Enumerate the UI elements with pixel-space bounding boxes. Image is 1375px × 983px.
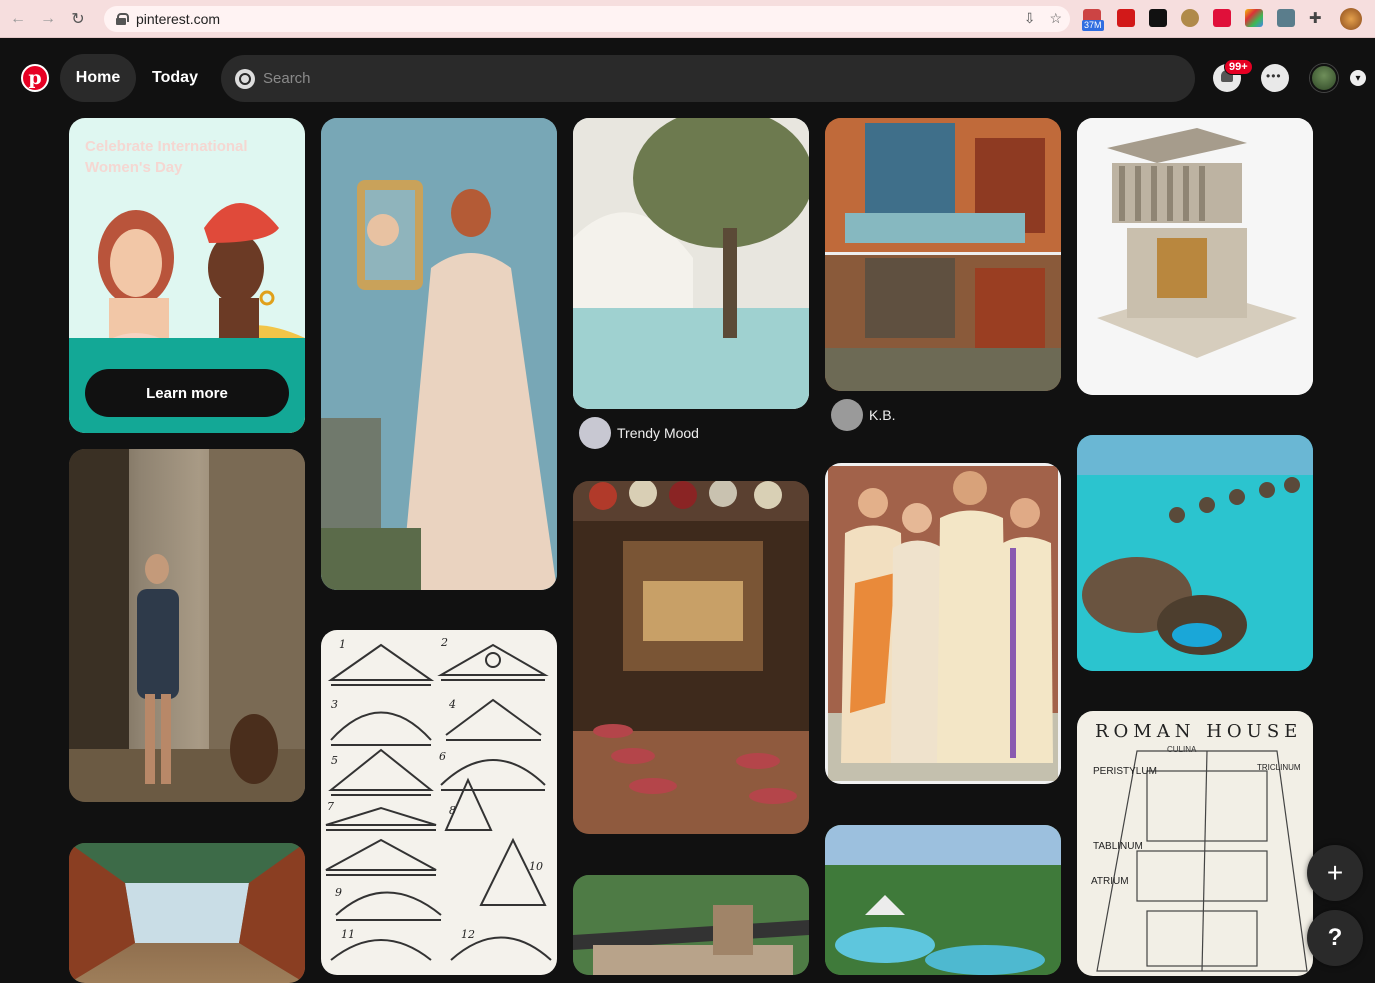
maldives-image: [1077, 435, 1313, 671]
today-tab[interactable]: Today: [140, 54, 210, 102]
pinterest-header: p Home Today 99+ ▾: [0, 38, 1375, 118]
chevron-down-icon[interactable]: ▾: [1350, 70, 1366, 86]
creator-name: Trendy Mood: [617, 425, 699, 441]
creator-kb[interactable]: K.B.: [831, 399, 895, 431]
pediment-number: 11: [341, 928, 355, 941]
roman-ceiling-image: [69, 843, 305, 983]
pin-maldives[interactable]: [1077, 435, 1313, 671]
pin-pompeii-house[interactable]: [825, 118, 1061, 391]
home-tab[interactable]: Home: [60, 54, 136, 102]
add-pin-button[interactable]: +: [1307, 845, 1363, 901]
puzzle-icon[interactable]: ✚: [1309, 9, 1327, 27]
pin-roman-family[interactable]: [825, 463, 1061, 784]
pin-resort-pool[interactable]: [825, 825, 1061, 975]
pediment-number: 8: [449, 804, 456, 817]
pin-girl-mirror[interactable]: [321, 118, 557, 590]
extension-icon[interactable]: [1181, 9, 1199, 27]
search-input[interactable]: [263, 70, 1163, 87]
bookmark-star-icon[interactable]: ☆: [1049, 10, 1062, 27]
creator-avatar: [579, 417, 611, 449]
forward-icon[interactable]: →: [36, 7, 60, 31]
pdf-extension-icon[interactable]: [1117, 9, 1135, 27]
house-image: [573, 875, 809, 975]
back-icon[interactable]: ←: [6, 7, 30, 31]
pediment-number: 3: [331, 698, 338, 711]
girl-mirror-painting: [321, 118, 557, 590]
lock-icon: [116, 13, 129, 25]
pompeii-house-image: [825, 118, 1061, 391]
label-peristylum: PERISTYLUM: [1093, 766, 1157, 777]
avatar[interactable]: [1310, 64, 1338, 92]
woman-doorway-image: [69, 449, 305, 802]
extension-icon[interactable]: [1245, 9, 1263, 27]
pin-roman-ceiling[interactable]: [69, 843, 305, 983]
pin-pub-interior[interactable]: [573, 481, 809, 834]
pediment-number: 4: [448, 698, 456, 711]
pediment-number: 10: [529, 860, 543, 873]
pediment-number: 5: [331, 754, 338, 767]
address-bar[interactable]: pinterest.com ⇩ ☆: [104, 6, 1070, 32]
pediment-number: 12: [461, 928, 475, 941]
pin-courtyard-pool[interactable]: [573, 118, 809, 409]
profile-avatar[interactable]: [1340, 8, 1362, 30]
pediment-number: 9: [335, 886, 342, 899]
help-button[interactable]: ?: [1307, 910, 1363, 966]
pinterest-logo-icon[interactable]: p: [21, 64, 49, 92]
url-text: pinterest.com: [136, 11, 221, 27]
extension-badge: 37M: [1082, 20, 1104, 31]
creator-avatar: [831, 399, 863, 431]
creator-trendy-mood[interactable]: Trendy Mood: [579, 417, 699, 449]
promo-pin[interactable]: Celebrate International Women's Day Lear…: [69, 118, 305, 433]
extension-icon[interactable]: [1149, 9, 1167, 27]
label-tablinum: TABLINUM: [1093, 841, 1143, 852]
learn-more-button[interactable]: Learn more: [85, 369, 289, 417]
plus-icon: +: [1326, 857, 1344, 888]
pin-woman-doorway[interactable]: [69, 449, 305, 802]
label-atrium: ATRIUM: [1091, 876, 1129, 887]
pediment-number: 7: [327, 800, 334, 813]
search-icon: [235, 68, 255, 89]
label-culina: CULINA: [1167, 745, 1197, 754]
pediment-number: 6: [439, 750, 446, 763]
resort-pool-image: [825, 825, 1061, 975]
messages-icon[interactable]: [1261, 64, 1289, 92]
reload-icon[interactable]: ↻: [66, 7, 90, 31]
install-icon[interactable]: ⇩: [1024, 10, 1036, 27]
pin-temple-cutaway[interactable]: [1077, 118, 1313, 395]
pediments-engraving: 1 2 3 4 5 6 7 8 9 10 11 12: [325, 636, 552, 961]
pin-house[interactable]: [573, 875, 809, 975]
pediment-number: 1: [339, 638, 346, 651]
pin-roman-house-plan[interactable]: ROMAN HOUSE CULINA PERISTYLUM TRICLINUM …: [1077, 711, 1313, 976]
pin-pediments[interactable]: 1 2 3 4 5 6 7 8 9 10 11 12: [321, 630, 557, 975]
search-bar[interactable]: [221, 55, 1195, 102]
browser-toolbar: ← → ↻ pinterest.com ⇩ ☆ 37M ✚: [0, 0, 1375, 38]
temple-cutaway-image: [1077, 118, 1313, 395]
extension-icon[interactable]: [1213, 9, 1231, 27]
roman-family-image: [828, 466, 1058, 781]
extension-icon[interactable]: [1277, 9, 1295, 27]
creator-name: K.B.: [869, 407, 896, 423]
label-triclinum: TRICLINUM: [1257, 763, 1301, 772]
courtyard-pool-image: [573, 118, 809, 409]
pediment-number: 2: [440, 636, 448, 649]
pub-interior-image: [573, 481, 809, 834]
notification-badge: 99+: [1224, 59, 1253, 75]
